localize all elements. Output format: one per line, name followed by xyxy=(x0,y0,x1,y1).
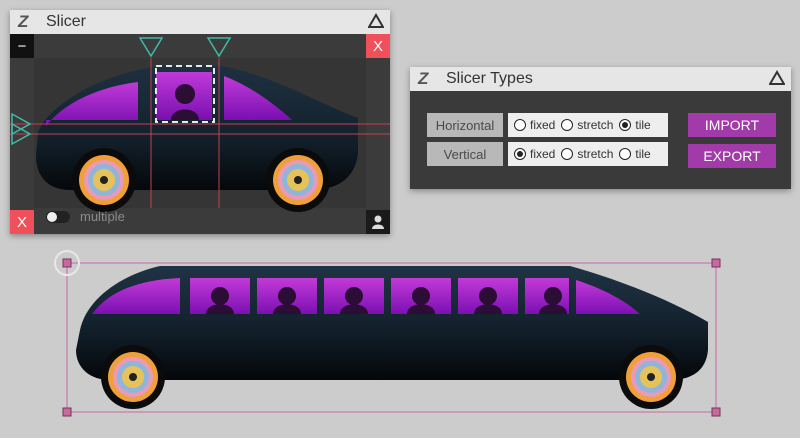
multiple-toggle[interactable] xyxy=(46,211,70,223)
vertical-tile-option[interactable]: tile xyxy=(619,147,651,161)
close-bottom-button[interactable]: X xyxy=(10,210,34,234)
selection-box xyxy=(66,262,717,413)
limo-passengers xyxy=(206,287,567,314)
resize-handle-bottom-right[interactable] xyxy=(711,407,721,417)
limo-wheel-left xyxy=(101,345,165,409)
rotate-handle-icon[interactable] xyxy=(54,250,80,276)
resize-handle-top-right[interactable] xyxy=(711,258,721,268)
slicer-types-logo: Z xyxy=(418,69,429,88)
person-icon xyxy=(372,215,384,229)
resize-handle-top-left[interactable] xyxy=(62,258,72,268)
vertical-fixed-option[interactable]: fixed xyxy=(514,147,555,161)
slicer-logo: Z xyxy=(18,12,29,31)
slicer-canvas[interactable]: − X X multiple xyxy=(10,34,390,234)
limo-wheel-right xyxy=(619,345,683,409)
vertical-stretch-option[interactable]: stretch xyxy=(561,147,613,161)
slicer-titlebar[interactable]: Z Slicer xyxy=(10,10,390,34)
wheel-left xyxy=(72,148,136,212)
close-top-button[interactable]: X xyxy=(366,34,390,58)
wheel-right xyxy=(266,148,330,212)
minus-button[interactable]: − xyxy=(10,34,34,58)
horizontal-label: Horizontal xyxy=(427,113,503,137)
horizontal-radio-group: fixed stretch tile xyxy=(508,113,668,137)
slicer-types-panel: Z Slicer Types Horizontal fixed stretch … xyxy=(410,67,791,189)
slicer-panel: Z Slicer − X X multiple xyxy=(10,10,390,234)
collapse-triangle-icon[interactable] xyxy=(769,70,785,86)
vertical-radio-group: fixed stretch tile xyxy=(508,142,668,166)
horizontal-stretch-option[interactable]: stretch xyxy=(561,118,613,132)
car-preview xyxy=(10,34,390,234)
resize-handle-bottom-left[interactable] xyxy=(62,407,72,417)
slicer-types-title: Slicer Types xyxy=(446,70,533,87)
horizontal-fixed-option[interactable]: fixed xyxy=(514,118,555,132)
multiple-label: multiple xyxy=(80,209,125,224)
limo-window-row xyxy=(190,278,640,314)
export-button[interactable]: EXPORT xyxy=(688,144,776,168)
collapse-triangle-icon[interactable] xyxy=(368,13,384,29)
slicer-title: Slicer xyxy=(46,13,87,30)
horizontal-tile-option[interactable]: tile xyxy=(619,118,651,132)
import-button[interactable]: IMPORT xyxy=(688,113,776,137)
slicer-types-titlebar[interactable]: Z Slicer Types xyxy=(410,67,791,91)
person-button[interactable] xyxy=(366,210,390,234)
vertical-label: Vertical xyxy=(427,142,503,166)
